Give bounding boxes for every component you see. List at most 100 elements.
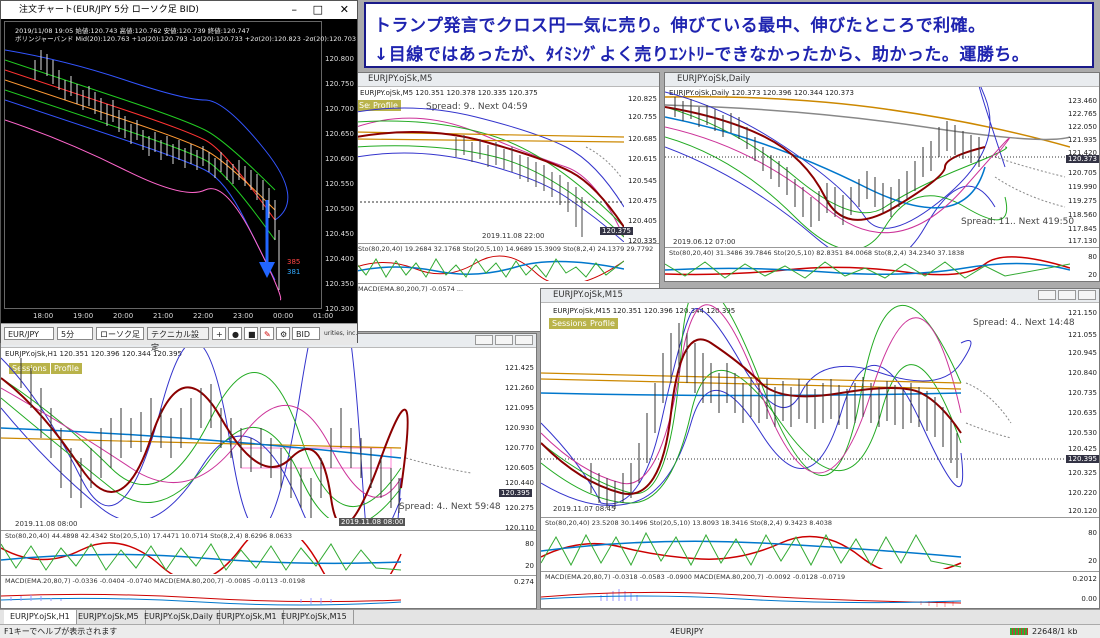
m5-title[interactable]: EURJPY.ojSk,M5 <box>356 73 659 87</box>
m15-ind-tick: 20 <box>1088 557 1097 565</box>
order-ytick: 120.800 <box>325 55 354 63</box>
order-marker-low: 381 <box>287 268 301 276</box>
m5-ytick: 120.475 <box>628 197 657 205</box>
m15-stoch-label: Sto(80,20,40) 23.5208 30.1496 Sto(20,5,1… <box>545 519 832 527</box>
m5-separator <box>356 283 659 284</box>
restore-button[interactable] <box>495 335 513 345</box>
m15-macd-label: MACD(EMA.20,80,7) -0.0318 -0.0583 -0.090… <box>545 573 846 581</box>
h1-ytick: 121.095 <box>505 404 534 412</box>
m15-stoch-plot <box>541 531 962 569</box>
h1-macd-label: MACD(EMA.20,80,7) -0.0336 -0.0404 -0.074… <box>5 577 306 585</box>
m5-price-box: 120.375 <box>600 227 633 235</box>
daily-title[interactable]: EURJPY.ojSk,Daily <box>665 73 1099 87</box>
technical-settings-button[interactable]: テクニカル設定 <box>147 327 209 352</box>
m5-ytick: 120.685 <box>628 135 657 143</box>
maximize-icon[interactable]: □ <box>313 1 323 19</box>
m15-ind-tick: 0.00 <box>1081 595 1097 603</box>
order-xtick: 19:00 <box>73 312 94 320</box>
order-chart-titlebar[interactable]: 注文チャート(EUR/JPY 5分 ローソク足 BID) – □ ✕ <box>1 1 357 19</box>
daily-ytick: 120.705 <box>1068 169 1097 177</box>
daily-separator <box>665 247 1099 248</box>
m15-date-label: 2019.11.07 08:45 <box>553 505 616 513</box>
pen-icon[interactable]: ✎ <box>260 327 274 340</box>
m5-ytick: 120.825 <box>628 95 657 103</box>
note-line-1: トランプ発言でクロス円一気に売り。伸びている最中、伸びたところで利確。 <box>374 16 986 36</box>
order-ytick: 120.450 <box>325 230 354 238</box>
circle-icon[interactable]: ● <box>228 327 242 340</box>
h1-ytick: 120.275 <box>505 504 534 512</box>
m15-ytick: 120.635 <box>1068 409 1097 417</box>
m5-date-label: 2019.11.08 22:00 <box>482 232 545 240</box>
order-ytick: 120.700 <box>325 105 354 113</box>
h1-spread: Spread: 4.. Next 59:48 <box>399 502 501 512</box>
chart-type-select[interactable]: ローソク足 <box>96 327 144 340</box>
order-xtick: 22:00 <box>193 312 214 320</box>
order-xtick: 00:00 <box>273 312 294 320</box>
m15-ind-tick: 80 <box>1088 529 1097 537</box>
tab-h1[interactable]: EURJPY.ojSk,H1 <box>4 610 77 624</box>
brand-text: urities, inc. <box>324 330 358 337</box>
m15-ytick: 120.735 <box>1068 389 1097 397</box>
m15-title[interactable]: EURJPY.ojSk,M15 <box>541 289 1099 303</box>
daily-ytick: 122.050 <box>1068 123 1097 131</box>
m15-ytick: 121.150 <box>1068 309 1097 317</box>
tab-m1[interactable]: EURJPY.ojSk,M1 <box>210 610 284 624</box>
connection-bars-icon <box>1010 628 1028 635</box>
status-bar: F1キーでヘルプが表示されます 4EURJPY 22648/1 kb <box>0 624 1100 638</box>
order-ytick: 120.550 <box>325 180 354 188</box>
crosshair-icon[interactable]: + <box>212 327 226 340</box>
tab-m15[interactable]: EURJPY.ojSk,M15 <box>275 610 354 624</box>
daily-chart-window: EURJPY.ojSk,Daily EURJPY.ojSk,Daily 120.… <box>664 72 1100 282</box>
close-button[interactable] <box>515 335 533 345</box>
restore-button[interactable] <box>1058 290 1076 300</box>
m15-chart-window: EURJPY.ojSk,M15 EURJPY.ojSk,M15 120.351 … <box>540 288 1100 609</box>
minimize-button[interactable] <box>1038 290 1056 300</box>
settings-icon[interactable]: ⚙ <box>276 327 290 340</box>
daily-stoch-plot <box>665 256 1070 279</box>
m15-ytick: 120.945 <box>1068 349 1097 357</box>
h1-ytick: 120.770 <box>505 444 534 452</box>
square-icon[interactable]: ■ <box>244 327 258 340</box>
h1-ytick: 120.440 <box>505 479 534 487</box>
tab-m5[interactable]: EURJPY.ojSk,M5 <box>72 610 146 624</box>
m15-ytick: 120.120 <box>1068 507 1097 515</box>
daily-ytick: 122.765 <box>1068 110 1097 118</box>
order-chart-title: 注文チャート(EUR/JPY 5分 ローソク足 BID) <box>19 5 199 15</box>
minimize-icon[interactable]: – <box>292 1 298 19</box>
order-chart-toolbar: EUR/JPY 5分 ローソク足 テクニカル設定 + ● ■ ✎ ⚙ BID u… <box>1 323 358 352</box>
m15-window-controls <box>1038 290 1096 300</box>
period-select[interactable]: 5分 <box>57 327 93 340</box>
m15-price-box: 120.395 <box>1066 455 1099 463</box>
order-chart-window: 注文チャート(EUR/JPY 5分 ローソク足 BID) – □ ✕ 2019/… <box>0 0 358 352</box>
status-help-text: F1キーでヘルプが表示されます <box>4 627 118 636</box>
status-traffic: 22648/1 kb <box>1032 627 1078 636</box>
m15-ytick: 120.840 <box>1068 369 1097 377</box>
m5-ytick: 120.405 <box>628 217 657 225</box>
order-xtick: 23:00 <box>233 312 254 320</box>
side-select[interactable]: BID <box>292 327 320 340</box>
h1-ytick: 121.425 <box>505 364 534 372</box>
tab-daily[interactable]: EURJPY.ojSk,Daily <box>138 610 220 624</box>
h1-ind-tick: 0.274 <box>513 578 534 586</box>
m15-macd-plot <box>541 589 962 607</box>
m5-separator <box>356 243 659 244</box>
h1-stoch-plot <box>1 540 402 574</box>
daily-ytick: 119.990 <box>1068 183 1097 191</box>
close-button[interactable] <box>1078 290 1096 300</box>
m5-macd-label: MACD(EMA.80,200,7) -0.0574 ... <box>358 285 464 293</box>
order-ytick: 120.350 <box>325 280 354 288</box>
minimize-button[interactable] <box>475 335 493 345</box>
m15-separator <box>541 517 1099 518</box>
order-xtick: 21:00 <box>153 312 174 320</box>
symbol-select[interactable]: EUR/JPY <box>4 327 54 340</box>
annotation-note: トランプ発言でクロス円一気に売り。伸びている最中、伸びたところで利確。 ↓目線で… <box>364 2 1094 68</box>
m15-ind-tick: 0.2012 <box>1072 575 1098 583</box>
m5-stoch-label: Sto(80,20,40) 19.2684 32.1768 Sto(20,5,1… <box>358 245 654 253</box>
daily-spread: Spread: 11.. Next 419:50 <box>961 217 1075 227</box>
h1-separator <box>1 575 536 576</box>
order-ytick: 120.400 <box>325 255 354 263</box>
m15-ytick: 120.325 <box>1068 469 1097 477</box>
h1-window-controls <box>475 335 533 345</box>
daily-date-label: 2019.06.12 07:00 <box>673 238 736 246</box>
close-icon[interactable]: ✕ <box>340 1 349 19</box>
